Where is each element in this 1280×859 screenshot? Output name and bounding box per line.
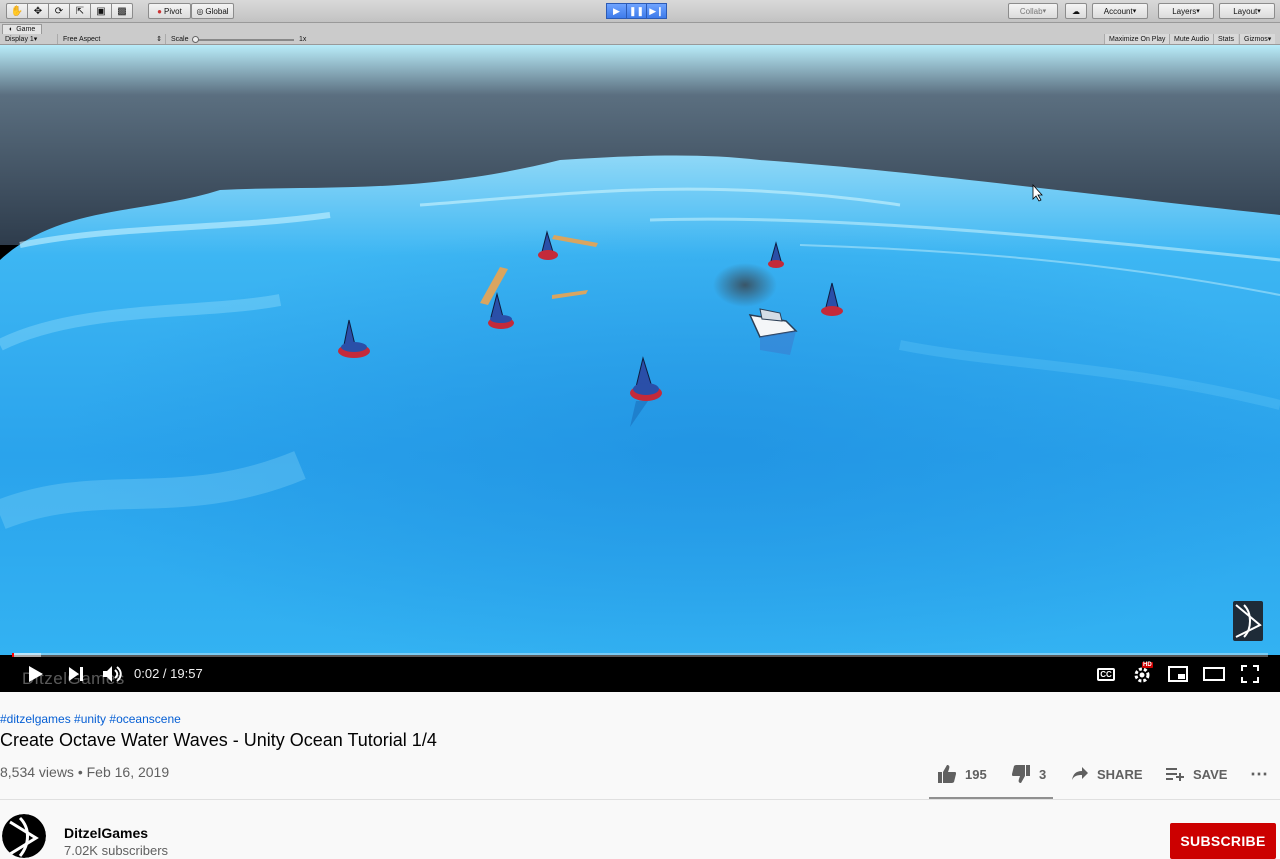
unity-toolbar: ✋ ✥ ⟳ ⇱ ▣ ▩ ● Pivot ◎ Global ▶ ❚❚ ▶❙ Colla… — [0, 0, 1280, 23]
captions-icon[interactable]: CC — [1094, 662, 1118, 686]
ocean-scene[interactable] — [0, 45, 1280, 655]
ocean-render — [0, 45, 1280, 655]
dislike-count: 3 — [1039, 766, 1047, 782]
thumbs-down-icon — [1012, 765, 1030, 783]
transform-tool-icon[interactable]: ▩ — [111, 3, 133, 19]
rect-tool-icon[interactable]: ▣ — [90, 3, 112, 19]
volume-icon[interactable] — [100, 662, 124, 686]
dislike-button[interactable]: 3 — [1011, 762, 1046, 786]
next-video-icon[interactable] — [64, 662, 88, 686]
channel-name[interactable]: DitzelGames — [64, 825, 148, 841]
cloud-icon[interactable]: ☁ — [1065, 3, 1087, 19]
subscribe-button[interactable]: SUBSCRIBE — [1170, 823, 1276, 859]
account-dropdown[interactable]: Account — [1092, 3, 1148, 19]
collab-button[interactable]: Collab — [1008, 3, 1058, 19]
like-count: 195 — [965, 766, 987, 782]
views-and-date: 8,534 views • Feb 16, 2019 — [0, 764, 170, 780]
layers-dropdown[interactable]: Layers — [1158, 3, 1214, 19]
subscriber-count: 7.02K subscribers — [64, 843, 169, 858]
unity-play-icon[interactable]: ▶ — [606, 3, 627, 19]
display-dropdown[interactable]: Display 1 — [2, 34, 58, 44]
play-controls: ▶ ❚❚ ▶❙ — [606, 3, 667, 19]
global-button[interactable]: ◎ Global — [191, 3, 234, 19]
miniplayer-icon[interactable] — [1166, 662, 1190, 686]
fullscreen-icon[interactable] — [1238, 662, 1262, 686]
thumbs-up-icon — [938, 765, 956, 783]
scale-slider[interactable] — [194, 39, 294, 41]
mute-audio-toggle[interactable]: Mute Audio — [1169, 34, 1214, 44]
time-display: 0:02 / 19:57 — [134, 666, 203, 681]
scale-value: 1x — [299, 35, 307, 43]
hd-badge: HD — [1142, 662, 1153, 668]
save-button[interactable]: SAVE — [1165, 762, 1227, 786]
like-button[interactable]: 195 — [937, 762, 987, 786]
hand-tool-icon[interactable]: ✋ — [6, 3, 28, 19]
unity-step-icon[interactable]: ▶❙ — [646, 3, 667, 19]
more-actions-icon[interactable]: ⋯ — [1250, 762, 1269, 786]
stats-toggle[interactable]: Stats — [1213, 34, 1238, 44]
play-icon[interactable] — [24, 662, 48, 686]
playlist-add-icon — [1166, 768, 1184, 781]
scale-label: Scale — [171, 35, 189, 43]
share-icon — [1072, 767, 1088, 780]
divider — [0, 799, 1280, 800]
gizmos-dropdown[interactable]: Gizmos — [1239, 34, 1276, 44]
settings-icon[interactable]: HD — [1130, 662, 1154, 686]
game-view-bar: ◐Game Display 1 Free Aspect⇕ Scale 1x Ma… — [0, 23, 1280, 45]
hashtag-links[interactable]: #ditzelgames #unity #oceanscene — [0, 712, 181, 726]
share-button[interactable]: SHARE — [1071, 762, 1143, 786]
scale-tool-icon[interactable]: ⇱ — [69, 3, 91, 19]
maximize-on-play-toggle[interactable]: Maximize On Play — [1104, 34, 1170, 44]
game-icon: ◐ — [9, 26, 14, 33]
transform-tools: ✋ ✥ ⟳ ⇱ ▣ ▩ — [6, 3, 133, 19]
avatar[interactable] — [2, 814, 46, 858]
layout-dropdown[interactable]: Layout — [1219, 3, 1275, 19]
tab-game[interactable]: ◐ Game — [2, 24, 43, 34]
unity-pause-icon[interactable]: ❚❚ — [626, 3, 647, 19]
rotate-tool-icon[interactable]: ⟳ — [48, 3, 70, 19]
scale-slider-handle[interactable] — [192, 36, 199, 43]
player-controls: DitzelGames 0:02 / 19:57 CC HD — [0, 657, 1280, 692]
video-title: Create Octave Water Waves - Unity Ocean … — [0, 730, 437, 750]
move-tool-icon[interactable]: ✥ — [27, 3, 49, 19]
theater-mode-icon[interactable] — [1202, 662, 1226, 686]
channel-logo-watermark — [1233, 601, 1263, 641]
aspect-dropdown[interactable]: Free Aspect ⇕ — [60, 34, 166, 44]
video-player[interactable]: ✋ ✥ ⟳ ⇱ ▣ ▩ ● Pivot ◎ Global ▶ ❚❚ ▶❙ Colla… — [0, 0, 1280, 692]
pivot-button[interactable]: ● Pivot — [148, 3, 191, 19]
